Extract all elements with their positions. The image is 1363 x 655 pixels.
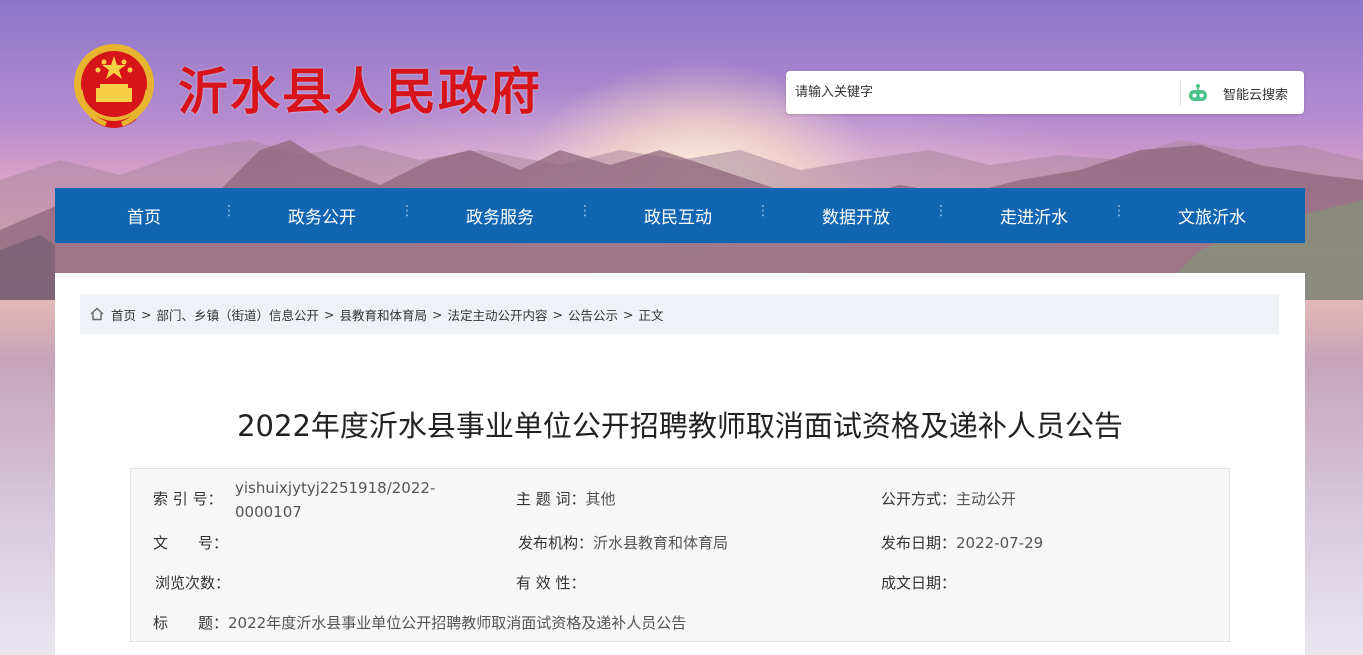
- breadcrumb-link-dept[interactable]: 部门、乡镇（街道）信息公开: [157, 305, 320, 324]
- breadcrumb-link-home[interactable]: 首页: [111, 305, 136, 324]
- nav-label: 政务公开: [288, 208, 356, 228]
- meta-pub-date: 发布日期：2022-07-29: [881, 532, 1043, 553]
- meta-open-mode: 公开方式：主动公开: [881, 488, 1016, 509]
- header-banner: [0, 0, 1363, 300]
- search-divider: [1180, 81, 1181, 105]
- meta-label: 浏览次数：: [155, 574, 231, 592]
- meta-doc-date: 成文日期：: [881, 572, 956, 593]
- meta-label: 有 效 性：: [516, 574, 586, 592]
- metadata-table: 索 引 号： yishuixjytyj2251918/2022- 0000107…: [130, 468, 1230, 642]
- search-bar: 智能云搜索: [786, 71, 1304, 114]
- main-nav: 首页 ⋮ 政务公开 ⋮ 政务服务 ⋮ 政民互动 ⋮ 数据开放 ⋮ 走进沂水 ⋮ 文旅沂水: [55, 188, 1305, 243]
- nav-label: 政务服务: [466, 208, 534, 228]
- meta-label: 发布日期：: [881, 534, 957, 552]
- breadcrumb-separator: >: [324, 306, 335, 322]
- national-emblem-icon: [74, 44, 154, 128]
- meta-label: 发布机构：: [518, 534, 594, 552]
- breadcrumb-separator: >: [141, 306, 152, 322]
- meta-validity: 有 效 性：: [516, 572, 586, 593]
- nav-item-gov-affairs[interactable]: 政务公开 ⋮: [233, 203, 414, 228]
- smart-search-button[interactable]: 智能云搜索: [1223, 84, 1288, 103]
- meta-value: yishuixjytyj2251918/2022-: [235, 479, 436, 497]
- meta-label: 文 号：: [153, 534, 229, 552]
- nav-item-about[interactable]: 走进沂水 ⋮: [945, 203, 1126, 228]
- breadcrumb-separator: >: [552, 306, 563, 322]
- content-panel: 首页 > 部门、乡镇（街道）信息公开 > 县教育和体育局 > 法定主动公开内容 …: [55, 273, 1305, 655]
- breadcrumb-link-notices[interactable]: 公告公示: [568, 305, 618, 324]
- meta-value: 2022年度沂水县事业单位公开招聘教师取消面试资格及递补人员公告: [228, 614, 687, 632]
- nav-item-gov-services[interactable]: 政务服务 ⋮: [411, 203, 592, 228]
- breadcrumb: 首页 > 部门、乡镇（街道）信息公开 > 县教育和体育局 > 法定主动公开内容 …: [80, 294, 1279, 334]
- breadcrumb-separator: >: [432, 306, 443, 322]
- search-input[interactable]: [786, 71, 1176, 114]
- meta-value: 沂水县教育和体育局: [593, 534, 729, 552]
- nav-label: 首页: [127, 208, 161, 228]
- meta-title: 标 题：2022年度沂水县事业单位公开招聘教师取消面试资格及递补人员公告: [153, 612, 686, 633]
- meta-views: 浏览次数：: [155, 572, 230, 593]
- nav-label: 走进沂水: [1000, 208, 1068, 228]
- nav-item-open-data[interactable]: 数据开放 ⋮: [767, 203, 948, 228]
- nav-label: 文旅沂水: [1178, 208, 1246, 228]
- article-title: 2022年度沂水县事业单位公开招聘教师取消面试资格及递补人员公告: [237, 409, 1123, 443]
- meta-label: 公开方式：: [881, 490, 957, 508]
- meta-publisher: 发布机构：沂水县教育和体育局: [518, 532, 728, 553]
- meta-value: 主动公开: [956, 490, 1017, 508]
- nav-item-interaction[interactable]: 政民互动 ⋮: [589, 203, 770, 228]
- meta-keyword: 主 题 词：其他: [516, 488, 616, 509]
- nav-label: 数据开放: [822, 208, 890, 228]
- nav-item-tourism[interactable]: 文旅沂水: [1123, 203, 1301, 228]
- meta-label: 标 题：: [153, 614, 229, 632]
- nav-item-home[interactable]: 首页 ⋮: [55, 203, 236, 228]
- meta-index-no-value: yishuixjytyj2251918/2022- 0000107: [235, 476, 435, 524]
- meta-label: 索 引 号：: [153, 490, 223, 508]
- site-title[interactable]: 沂水县人民政府: [178, 52, 542, 124]
- meta-label: 成文日期：: [881, 574, 957, 592]
- meta-value: 其他: [585, 490, 616, 508]
- robot-icon[interactable]: [1187, 82, 1209, 104]
- home-icon: [90, 307, 104, 321]
- mountain-landscape: [0, 140, 1363, 300]
- breadcrumb-link-statutory[interactable]: 法定主动公开内容: [448, 305, 548, 324]
- meta-label: 主 题 词：: [516, 490, 586, 508]
- meta-value: 0000107: [235, 503, 302, 521]
- meta-value: 2022-07-29: [956, 534, 1044, 552]
- breadcrumb-current: 正文: [638, 307, 664, 323]
- breadcrumb-separator: >: [623, 306, 634, 322]
- breadcrumb-link-bureau[interactable]: 县教育和体育局: [340, 305, 428, 324]
- meta-index-no: 索 引 号：: [153, 488, 223, 509]
- meta-doc-no: 文 号：: [153, 532, 228, 553]
- nav-label: 政民互动: [644, 208, 712, 228]
